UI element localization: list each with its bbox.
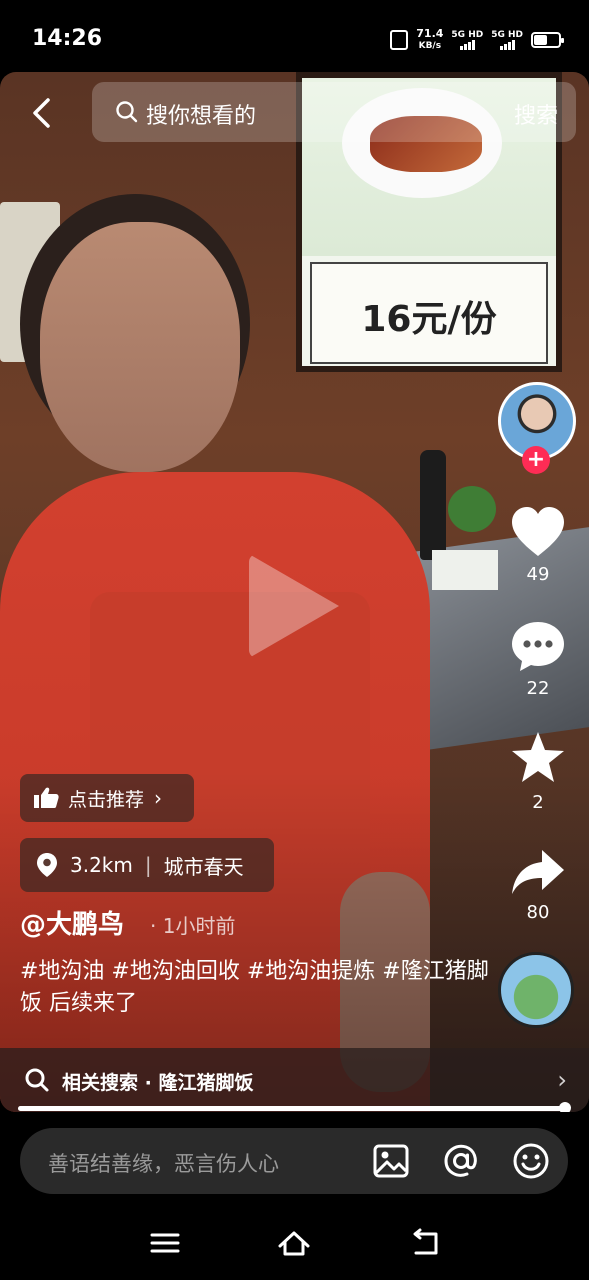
comment-icon[interactable] [508,618,568,674]
vibrate-icon [390,30,409,50]
location-pin-icon [37,853,57,877]
location-chip[interactable]: 3.2km | 城市春天 [20,838,274,892]
recommend-button[interactable]: 点击推荐 › [20,774,194,822]
related-search-bar[interactable]: 相关搜索 · 隆江猪脚饭 › [0,1048,589,1112]
favorite-count: 2 [532,792,544,813]
post-time: · 1小时前 [150,914,236,938]
like-count: 49 [526,564,550,585]
clock: 14:26 [32,26,103,51]
author-name[interactable]: @大鹏鸟 [20,904,124,941]
thumbs-up-icon [34,787,59,808]
tissue-box [432,550,498,590]
progress-handle[interactable] [558,1102,571,1112]
image-icon[interactable] [372,1142,410,1180]
back-icon[interactable] [408,1228,442,1258]
star-icon[interactable] [508,730,568,786]
at-mention-icon[interactable] [442,1142,480,1180]
search-icon [25,1068,49,1092]
share-icon[interactable] [508,846,568,902]
play-icon[interactable] [249,554,339,658]
video-player[interactable]: 16元/份 搜你想看的 搜索 + 49 22 2 80 点击推荐 › 3.2km… [0,72,589,1112]
sauce-bottle [420,450,446,560]
emoji-icon[interactable] [512,1142,550,1180]
follow-button[interactable]: + [522,446,550,474]
search-button[interactable]: 搜索 [514,98,558,130]
recommend-label: 点击推荐 [68,788,145,811]
potted-plant [448,486,496,532]
search-bar[interactable]: 搜你想看的 搜索 [92,82,576,142]
status-icons: 71.4 KB/s 5G HD 5G HD [390,27,564,52]
related-search-label: 相关搜索 · 隆江猪脚饭 [62,1072,254,1094]
chevron-right-icon: › [154,786,163,810]
heart-icon[interactable] [508,504,568,560]
search-icon [116,101,138,123]
signal-bars-icon [459,40,475,50]
search-placeholder: 搜你想看的 [146,104,257,129]
sim2-signal: 5G HD [491,30,523,50]
battery-icon [531,32,564,48]
menu-icon[interactable] [148,1228,182,1258]
battery-level [534,35,548,45]
divider: | [144,853,152,877]
sim1-signal: 5G HD [451,30,483,50]
distance: 3.2km [70,853,133,877]
share-count: 80 [526,902,550,923]
comment-count: 22 [526,678,550,699]
chevron-right-icon: › [557,1066,567,1094]
poster-price: 16元/份 [361,299,497,340]
progress-fill [18,1106,565,1111]
back-arrow-icon[interactable] [26,96,60,130]
video-caption[interactable]: #地沟油 #地沟油回收 #地沟油提炼 #隆江猪脚饭 后续来了 [20,956,490,1020]
net-speed: 71.4 KB/s [416,27,444,52]
signal-bars-icon [499,40,515,50]
comment-input[interactable]: 善语结善缘，恶言伤人心 [20,1128,568,1194]
progress-bar[interactable] [18,1102,571,1112]
home-icon[interactable] [277,1228,311,1258]
person-face [40,222,240,472]
music-disc[interactable] [498,952,574,1028]
comment-placeholder: 善语结善缘，恶言伤人心 [48,1152,279,1176]
place-name: 城市春天 [163,854,244,879]
status-bar: 14:26 71.4 KB/s 5G HD 5G HD [0,0,589,72]
